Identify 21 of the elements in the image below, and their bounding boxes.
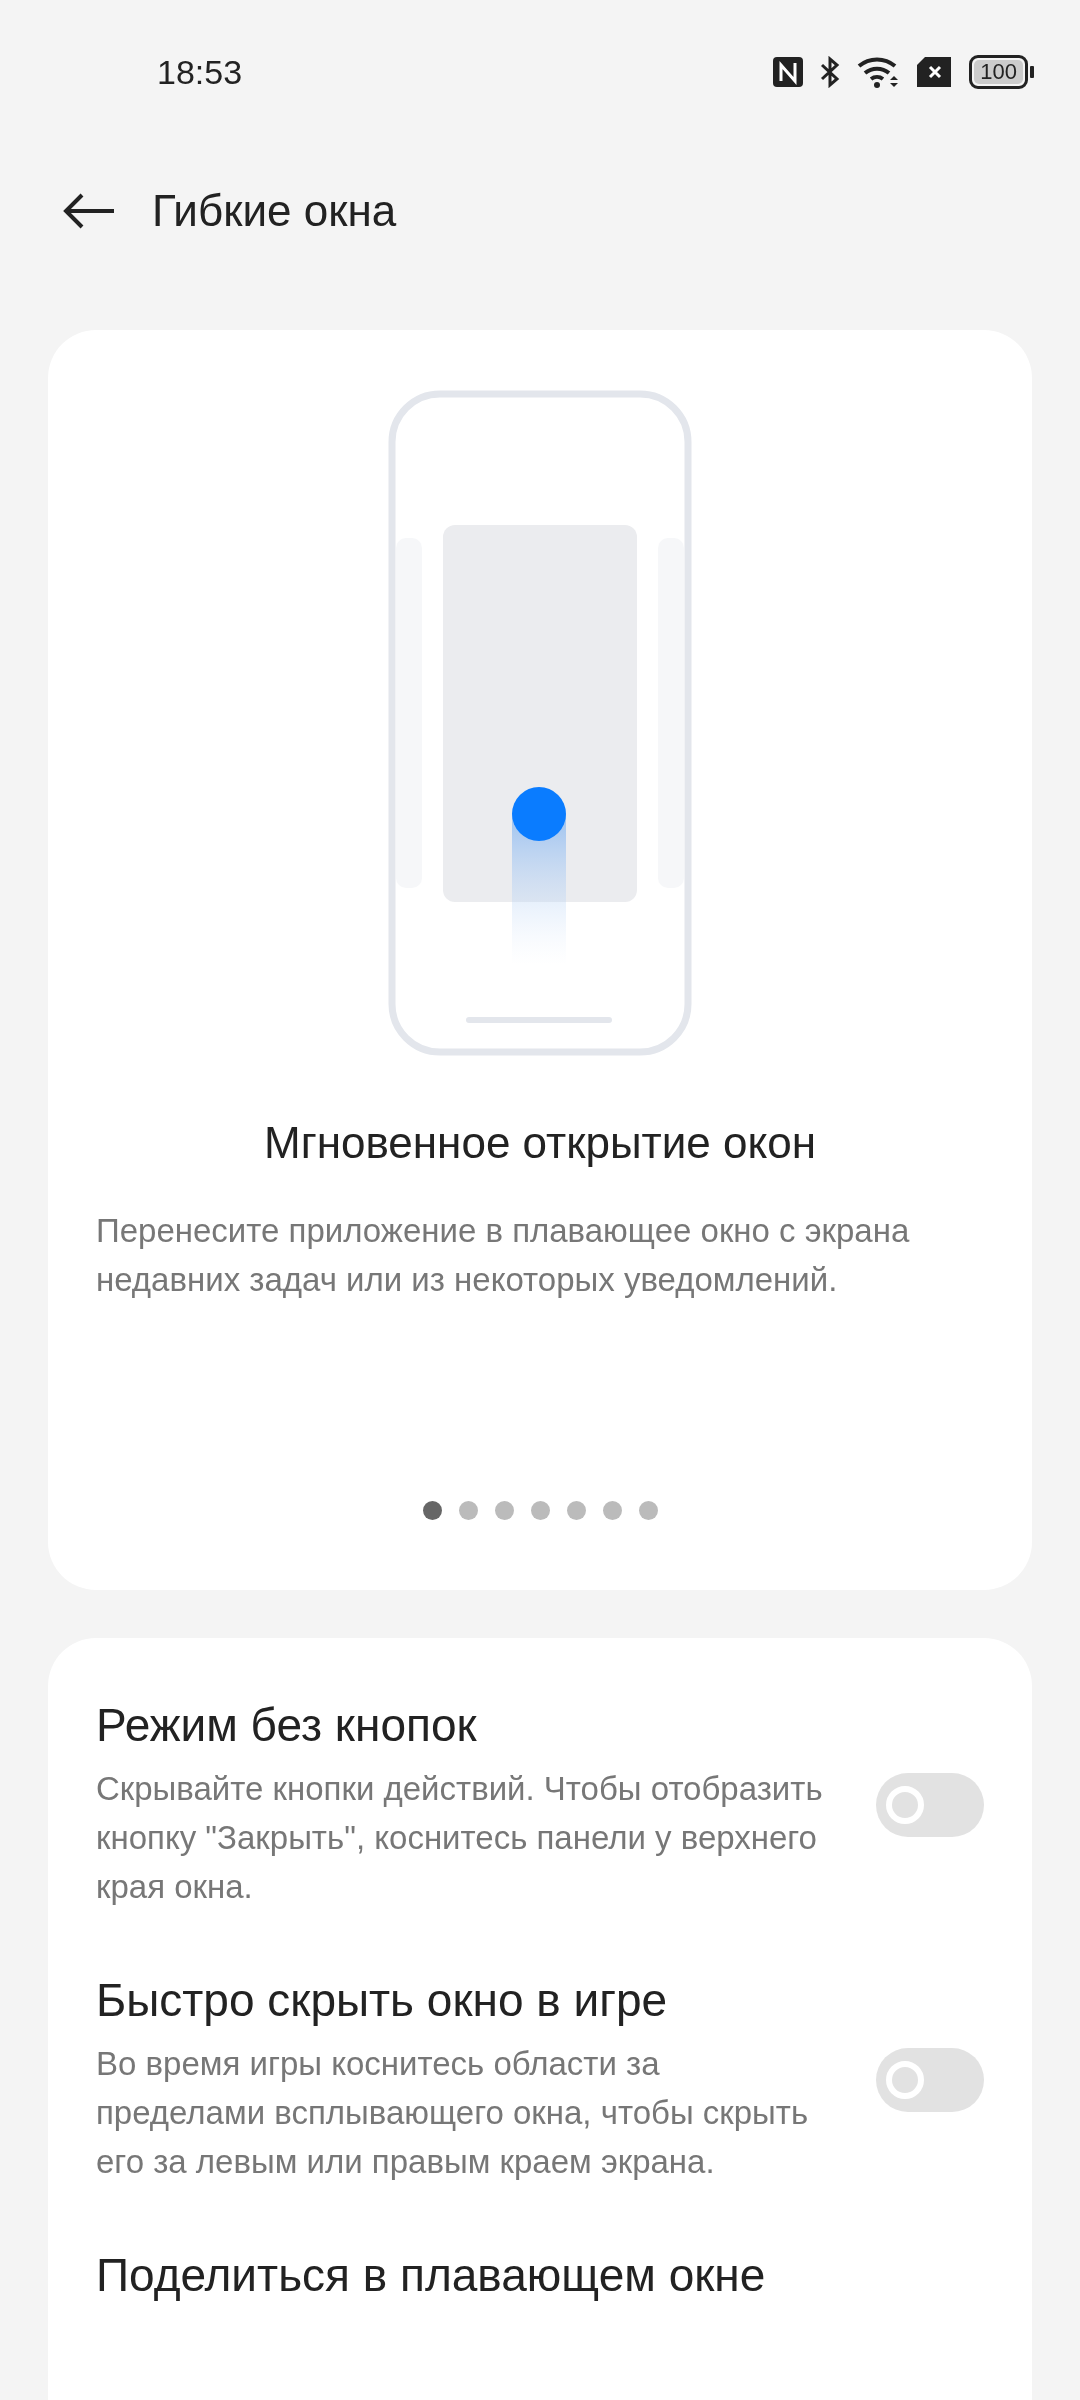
intro-description: Перенесите приложение в плавающее окно с экрана недавних задач или из некоторых уведомлений. [96,1211,911,1300]
page-dot[interactable] [422,1501,442,1520]
page-dot[interactable] [602,1501,622,1520]
setting-description: Во время игры коснитесь области за пределами всплывающего окна, чтобы скрыть его за левым или правым краем экрана. [96,2044,810,2182]
page-dot[interactable] [458,1501,478,1520]
page-dot[interactable] [530,1501,550,1520]
setting-title: Быстро скрыть окно в игре [96,1973,669,2027]
bluetooth-icon [819,56,842,88]
status-time: 18:53 [157,52,243,92]
page-dot[interactable] [638,1501,658,1520]
page-title: Гибкие окна [152,186,397,236]
back-button[interactable] [62,191,116,231]
intro-heading: Мгновенное открытие окон [264,1118,816,1168]
setting-title: Поделиться в плавающем окне [96,2248,767,2302]
page-dot[interactable] [566,1501,586,1520]
nfc-icon [773,57,804,87]
battery-indicator: 100 [969,55,1034,89]
setting-title: Режим без кнопок [96,1698,478,1752]
no-sim-icon [917,57,954,87]
setting-description: Скрывайте кнопки действий. Чтобы отобразить кнопку "Закрыть", коснитесь панели у верхнего края окна. [96,1769,824,1907]
page-dot[interactable] [494,1501,514,1520]
